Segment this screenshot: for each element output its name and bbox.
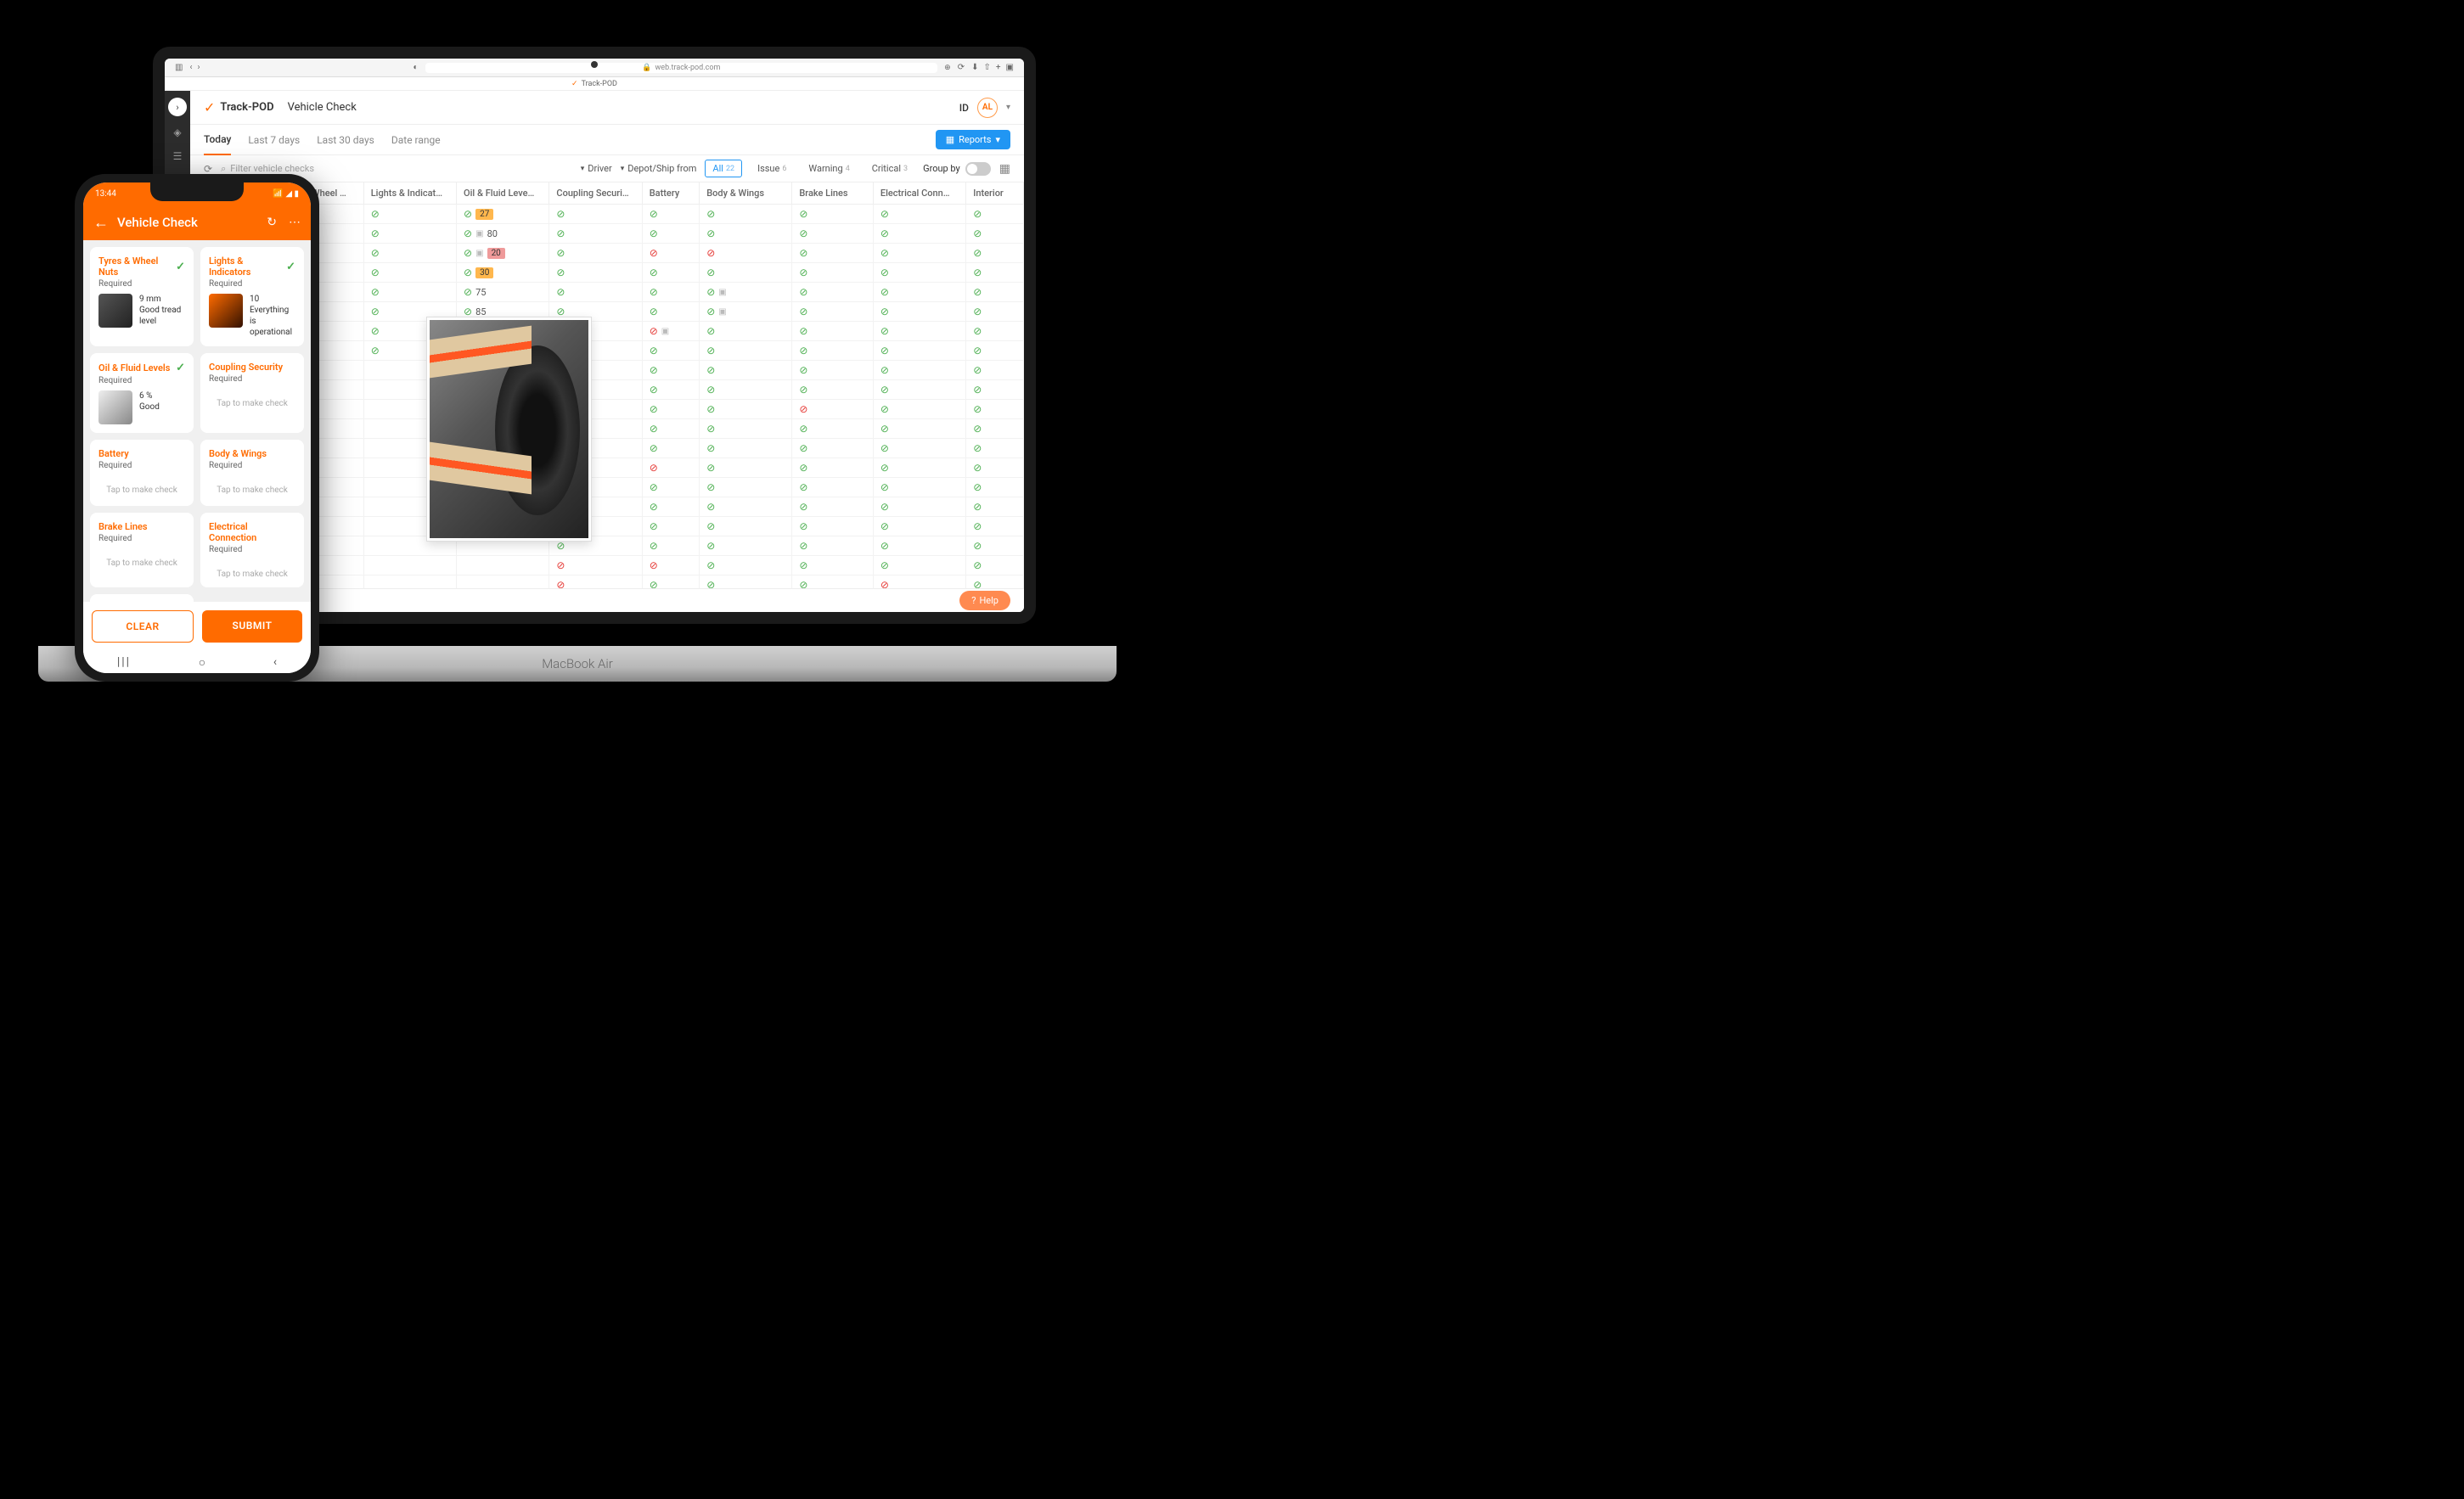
user-avatar[interactable]: AL — [977, 98, 998, 118]
card-oil[interactable]: Oil & Fluid Levels✓ Required 6 %Good — [90, 353, 194, 433]
user-menu-caret[interactable]: ▾ — [1006, 103, 1010, 112]
phone-title: Vehicle Check — [117, 215, 258, 230]
refresh-icon[interactable]: ⟳ — [204, 163, 212, 175]
refresh-icon[interactable]: ⟳ — [958, 63, 965, 72]
group-by-label: Group by — [923, 163, 960, 174]
address-bar[interactable]: 🔒 web.track-pod.com — [425, 63, 938, 73]
filter-warning[interactable]: Warning4 — [802, 160, 856, 177]
chevron-down-icon: ▾ — [995, 134, 1000, 145]
card-battery[interactable]: Battery Required Tap to make check — [90, 440, 194, 506]
col-lights[interactable]: Lights & Indicat… — [363, 182, 456, 205]
browser-tab[interactable]: ✓ Track-POD — [165, 77, 1024, 91]
col-brake[interactable]: Brake Lines — [792, 182, 874, 205]
back-nav-icon[interactable]: ‹ — [273, 655, 277, 669]
action-bar: CLEAR SUBMIT — [83, 602, 311, 651]
check-icon: ✓ — [286, 261, 295, 273]
filter-critical[interactable]: Critical3 — [865, 160, 914, 177]
sidebar-nav-icon[interactable]: ◈ — [170, 125, 185, 140]
help-icon: ? — [971, 595, 976, 606]
tyre-thumbnail — [98, 294, 132, 328]
sidebar-toggle-icon[interactable]: ▥ — [175, 63, 183, 72]
sidebar-expand-button[interactable]: › — [168, 98, 187, 116]
phone-header: ← Vehicle Check ↻ ⋯ — [83, 205, 311, 240]
status-icons: 📶 ◢ ▮ — [273, 189, 299, 199]
share-icon[interactable]: ⇧ — [983, 63, 990, 72]
shield-icon[interactable]: ◐ — [413, 63, 419, 72]
check-icon: ✓ — [176, 362, 185, 374]
logo-text: Track-POD — [220, 101, 273, 114]
card-interior[interactable]: Interior▲ Deep scratch — [90, 594, 194, 602]
driver-filter[interactable]: Driver — [581, 163, 612, 174]
card-coupling[interactable]: Coupling Security Required Tap to make c… — [200, 353, 304, 433]
col-body[interactable]: Body & Wings — [700, 182, 792, 205]
app-header: ✓ Track-POD Vehicle Check ID AL ▾ — [190, 91, 1024, 125]
submit-button[interactable]: SUBMIT — [202, 610, 302, 643]
forward-icon[interactable]: › — [197, 63, 200, 72]
phone-notch — [150, 182, 244, 201]
col-electrical[interactable]: Electrical Conn… — [873, 182, 965, 205]
view-toggle-icon[interactable]: ▦ — [999, 162, 1010, 176]
tyre-photo-preview — [426, 317, 592, 542]
reader-icon[interactable]: ⊕ — [944, 64, 951, 72]
depot-filter[interactable]: Depot/Ship from — [621, 163, 697, 174]
tabs-icon[interactable]: ▣ — [1006, 63, 1014, 72]
tab-last-7[interactable]: Last 7 days — [248, 126, 300, 154]
tab-favicon: ✓ — [571, 80, 578, 88]
lights-thumbnail — [209, 294, 243, 328]
back-icon[interactable]: ‹ — [189, 63, 192, 72]
search-icon: ⌕ — [221, 163, 226, 175]
card-lights[interactable]: Lights & Indicators✓ Required 10Everythi… — [200, 247, 304, 346]
back-icon[interactable]: ← — [93, 214, 109, 232]
more-icon[interactable]: ⋯ — [289, 216, 301, 229]
sidebar-list-icon[interactable]: ☰ — [170, 149, 185, 164]
phone-mockup: 13:44 📶 ◢ ▮ ← Vehicle Check ↻ ⋯ Tyres & … — [75, 174, 319, 682]
reports-button[interactable]: ▦ Reports ▾ — [936, 130, 1010, 149]
col-interior[interactable]: Interior — [966, 182, 1024, 205]
filter-bar: ⟳ ⌕ Filter vehicle checks Driver Depot/S… — [190, 155, 1024, 182]
oil-thumbnail — [98, 390, 132, 424]
android-nav-bar: ||| ○ ‹ — [83, 651, 311, 673]
card-body[interactable]: Body & Wings Required Tap to make check — [200, 440, 304, 506]
card-electrical[interactable]: Electrical Connection Required Tap to ma… — [200, 513, 304, 587]
col-coupling[interactable]: Coupling Securi… — [549, 182, 642, 205]
filter-all[interactable]: All22 — [705, 160, 742, 177]
document-icon: ▦ — [946, 134, 954, 145]
lock-icon: 🔒 — [642, 64, 651, 72]
logo-icon: ✓ — [204, 99, 215, 115]
card-tyres[interactable]: Tyres & Wheel Nuts✓ Required 9 mmGood tr… — [90, 247, 194, 346]
tab-date-range[interactable]: Date range — [391, 126, 441, 154]
clear-button[interactable]: CLEAR — [92, 610, 194, 643]
col-battery[interactable]: Battery — [642, 182, 700, 205]
date-tabs: Today Last 7 days Last 30 days Date rang… — [190, 125, 1024, 155]
history-icon[interactable]: ↻ — [267, 216, 277, 229]
new-tab-icon[interactable]: + — [996, 63, 1001, 72]
id-label: ID — [959, 102, 969, 114]
tab-last-30[interactable]: Last 30 days — [317, 126, 374, 154]
help-button[interactable]: ? Help — [959, 591, 1010, 610]
page-title: Vehicle Check — [288, 101, 357, 114]
col-oil[interactable]: Oil & Fluid Leve… — [457, 182, 549, 205]
group-by-toggle[interactable] — [965, 162, 991, 176]
laptop-camera — [591, 61, 598, 68]
download-icon[interactable]: ⬇ — [971, 63, 978, 72]
recents-icon[interactable]: ||| — [117, 655, 131, 669]
check-cards-grid: Tyres & Wheel Nuts✓ Required 9 mmGood tr… — [83, 240, 311, 602]
check-icon: ✓ — [176, 261, 185, 273]
tab-today[interactable]: Today — [204, 125, 231, 155]
filter-issue[interactable]: Issue6 — [751, 160, 793, 177]
card-brake[interactable]: Brake Lines Required Tap to make check — [90, 513, 194, 587]
search-input[interactable]: Filter vehicle checks — [230, 163, 314, 174]
home-icon[interactable]: ○ — [199, 655, 205, 670]
